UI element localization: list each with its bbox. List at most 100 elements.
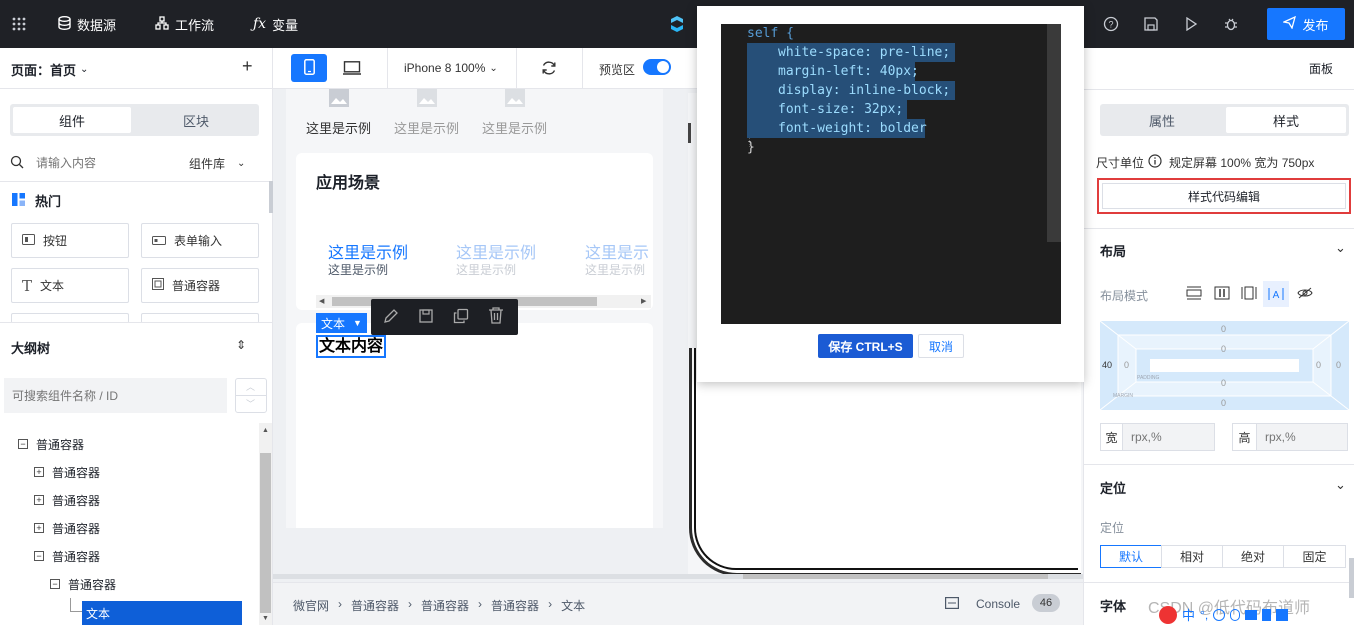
layout-flex-icon[interactable] — [1214, 286, 1230, 303]
collapse-icon[interactable]: − — [18, 439, 28, 449]
padding-bottom-value[interactable]: 0 — [1221, 378, 1226, 388]
delete-icon[interactable] — [488, 307, 504, 327]
margin-right-value[interactable]: 0 — [1336, 360, 1341, 370]
tree-node[interactable]: + 普通容器 — [34, 486, 100, 514]
help-icon[interactable]: ? — [1101, 14, 1121, 34]
scroll-left-icon[interactable]: ◀ — [319, 297, 324, 305]
example-item[interactable]: 这里是示例 — [306, 89, 371, 137]
save-icon[interactable] — [1141, 14, 1161, 34]
caret-down-icon[interactable]: ▼ — [353, 318, 362, 328]
tab-blocks[interactable]: 区块 — [136, 107, 256, 133]
ime-logo-icon[interactable] — [1159, 605, 1177, 624]
grid-icon[interactable] — [1276, 608, 1289, 621]
padding-left-value[interactable]: 0 — [1124, 360, 1129, 370]
collapse-icon[interactable]: − — [50, 579, 60, 589]
tab-style[interactable]: 样式 — [1226, 107, 1346, 133]
variable-menu[interactable]: ƒx 变量 — [253, 0, 298, 48]
page-selector[interactable]: 页面：首页 ⌄ — [11, 60, 88, 79]
scroll-right-icon[interactable]: ▶ — [641, 297, 646, 305]
padding-right-value[interactable]: 0 — [1316, 360, 1321, 370]
outline-stepper[interactable]: ︿ ﹀ — [235, 378, 267, 413]
hidden-eye-icon[interactable] — [1297, 287, 1313, 302]
breadcrumb-item[interactable]: 普通容器 — [491, 597, 539, 614]
ime-mode-icon[interactable]: 中 — [1182, 605, 1195, 624]
copy-icon[interactable] — [453, 308, 469, 327]
grid-menu-icon[interactable] — [9, 14, 29, 34]
search-input[interactable] — [36, 156, 176, 170]
tree-node[interactable]: + 普通容器 — [34, 458, 100, 486]
width-input[interactable] — [1123, 424, 1214, 450]
breadcrumb-item[interactable]: 普通容器 — [351, 597, 399, 614]
tree-node[interactable]: − 普通容器 — [50, 570, 116, 598]
expand-icon[interactable]: + — [34, 523, 44, 533]
canvas-h-scrollbar[interactable] — [273, 574, 1083, 579]
save-code-button[interactable]: 保存 CTRL+S — [818, 334, 913, 358]
console-label[interactable]: Console — [976, 597, 1020, 611]
margin-bottom-value[interactable]: 0 — [1221, 398, 1226, 408]
power-icon[interactable] — [1213, 608, 1226, 621]
chevron-up-icon[interactable]: ︿ — [246, 380, 255, 393]
device-select[interactable]: iPhone 8 100% ⌄ — [404, 61, 498, 75]
margin-top-value[interactable]: 0 — [1221, 324, 1226, 334]
expand-icon[interactable]: + — [34, 495, 44, 505]
workflow-menu[interactable]: 工作流 — [155, 0, 214, 48]
debug-bug-icon[interactable] — [1221, 14, 1241, 34]
chevron-down-icon[interactable]: ﹀ — [246, 397, 255, 410]
mic-icon[interactable] — [1230, 608, 1241, 621]
console-icon[interactable] — [945, 597, 960, 612]
scroll-up-icon[interactable]: ▲ — [262, 427, 269, 434]
datasource-menu[interactable]: 数据源 — [58, 0, 116, 48]
expand-icon[interactable]: + — [34, 467, 44, 477]
add-page-icon[interactable]: + — [242, 56, 253, 77]
save-icon[interactable] — [418, 308, 434, 327]
hot-category[interactable]: 热门 — [12, 191, 61, 210]
padding-top-value[interactable]: 0 — [1221, 344, 1226, 354]
info-icon[interactable] — [1148, 154, 1162, 171]
selected-component-tag[interactable]: 文本 ▼ — [316, 313, 367, 333]
play-icon[interactable] — [1181, 14, 1201, 34]
example-main[interactable]: 这里是示例 — [456, 239, 536, 263]
margin-left-value[interactable]: 40 — [1102, 360, 1112, 370]
outline-search-input[interactable] — [4, 378, 227, 413]
breadcrumb-item[interactable]: 普通容器 — [421, 597, 469, 614]
position-option-fixed[interactable]: 固定 — [1283, 545, 1346, 568]
style-code-edit-button[interactable]: 样式代码编辑 — [1102, 183, 1346, 209]
editor-scrollbar[interactable] — [1047, 24, 1061, 242]
layout-inline-icon[interactable] — [1241, 286, 1257, 303]
example-main[interactable]: 这里是示例 — [328, 239, 408, 263]
tree-node[interactable]: + 普通容器 — [34, 514, 100, 542]
breadcrumb-item[interactable]: 微官网 — [293, 597, 329, 614]
panel-label[interactable]: 面板 — [1309, 60, 1333, 77]
tab-props[interactable]: 属性 — [1103, 107, 1221, 133]
punctuation-icon[interactable]: °, — [1200, 608, 1208, 622]
breadcrumb-item[interactable]: 文本 — [561, 597, 585, 614]
layout-inline-block-button[interactable]: A — [1263, 281, 1289, 307]
height-input[interactable] — [1257, 424, 1347, 450]
component-container[interactable]: 普通容器 — [141, 268, 259, 303]
layout-block-icon[interactable] — [1186, 286, 1202, 303]
scrollbar-thumb[interactable] — [743, 574, 1048, 579]
chevron-down-icon[interactable]: ⌄ — [1335, 477, 1346, 493]
publish-button[interactable]: 发布 — [1267, 8, 1345, 40]
refresh-icon[interactable] — [541, 60, 557, 79]
component-text[interactable]: T 文本 — [11, 268, 129, 303]
library-select[interactable]: 组件库 — [189, 155, 225, 172]
position-option-default[interactable]: 默认 — [1100, 545, 1162, 568]
edit-icon[interactable] — [383, 308, 399, 327]
cancel-button[interactable]: 取消 — [918, 334, 964, 358]
example-main[interactable]: 这里是示 — [585, 239, 649, 263]
scroll-down-icon[interactable]: ▼ — [262, 615, 269, 622]
scrollbar-thumb[interactable] — [1349, 558, 1354, 598]
text-content[interactable]: 文本内容 — [316, 335, 387, 358]
code-editor[interactable]: self { white-space: pre-line; margin-lef… — [721, 24, 1061, 324]
tab-components[interactable]: 组件 — [13, 107, 131, 133]
desktop-icon[interactable] — [343, 61, 361, 78]
preview-toggle[interactable] — [643, 59, 671, 75]
tree-node[interactable]: − 普通容器 — [34, 542, 100, 570]
position-option-absolute[interactable]: 绝对 — [1222, 545, 1284, 568]
collapse-icon[interactable]: − — [34, 551, 44, 561]
example-item[interactable]: 这里是示例 — [394, 89, 459, 137]
mobile-view-button[interactable] — [291, 54, 327, 82]
component-button[interactable]: 按钮 — [11, 223, 129, 258]
clothes-icon[interactable] — [1262, 608, 1272, 621]
